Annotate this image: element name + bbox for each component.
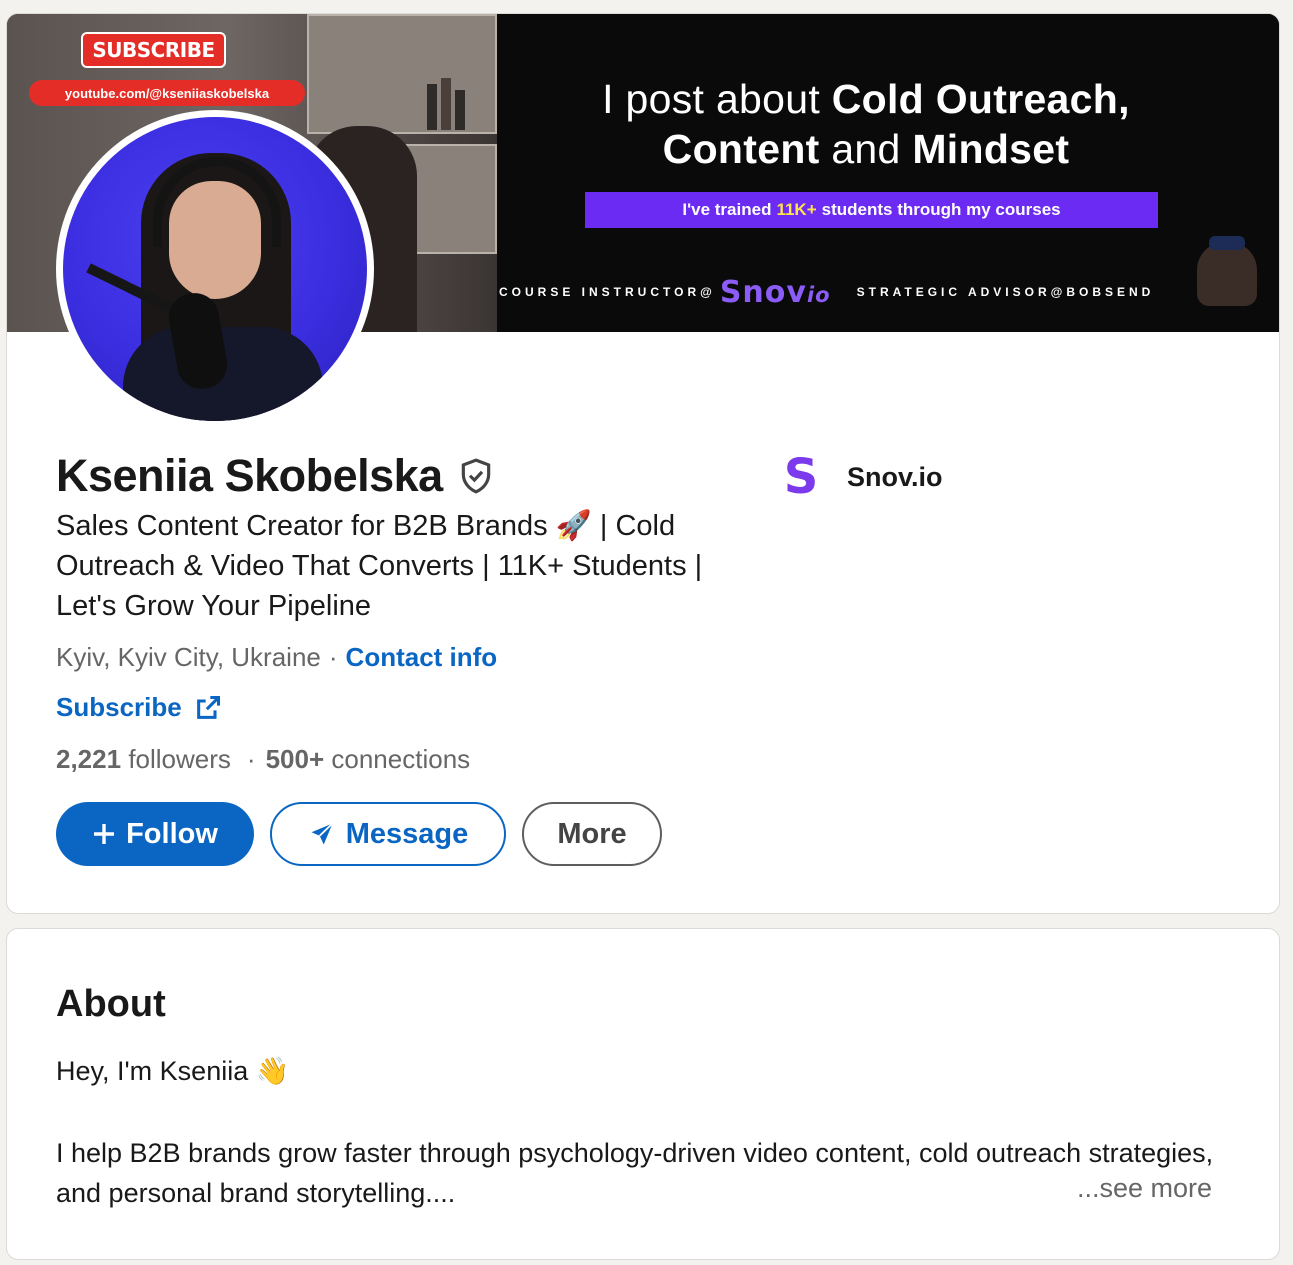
profile-card: SUBSCRIBE youtube.com/@kseniiaskobelska … [6, 13, 1280, 914]
shield-icon[interactable] [457, 457, 495, 495]
stats-row: 2,221 followers · 500+ connections [56, 744, 471, 775]
snovio-banner-logo: Snovio [719, 274, 831, 310]
banner-headline: I post about Cold Outreach, Content and … [602, 76, 1130, 172]
bobsend-mascot-icon [1197, 236, 1257, 306]
about-card: About Hey, I'm Kseniia 👋 I help B2B bran… [6, 928, 1280, 1260]
subscribe-link[interactable]: Subscribe [56, 692, 222, 723]
profile-headline: Sales Content Creator for B2B Brands 🚀 |… [56, 510, 703, 622]
contact-info-link[interactable]: Contact info [346, 642, 498, 673]
connections-link[interactable]: 500+ connections [266, 744, 471, 775]
send-icon [308, 820, 336, 848]
see-more-link[interactable]: ...see more [1077, 1173, 1212, 1204]
banner-footer: COURSE INSTRUCTOR@ Snovio STRATEGIC ADVI… [499, 274, 1155, 310]
bookshelf [307, 14, 497, 134]
followers-count: 2,221 [56, 744, 122, 774]
plus-icon [92, 822, 116, 846]
location-row: Kyiv, Kyiv City, Ukraine · Contact info [56, 642, 498, 673]
message-button[interactable]: Message [270, 802, 506, 866]
follow-button[interactable]: Follow [56, 802, 254, 866]
location: Kyiv, Kyiv City, Ukraine [56, 642, 321, 672]
banner-youtube-url: youtube.com/@kseniiaskobelska [29, 80, 305, 106]
profile-name: Kseniia Skobelska [56, 450, 443, 501]
company-name[interactable]: Snov.io [847, 462, 943, 493]
about-title: About [56, 983, 166, 1025]
more-button[interactable]: More [522, 802, 662, 866]
about-greeting: Hey, I'm Kseniia 👋 [56, 1056, 290, 1086]
banner-subscribe-badge: SUBSCRIBE [81, 32, 226, 68]
banner-trained-bar: I've trained 11K+ students through my co… [585, 192, 1158, 228]
current-company[interactable]: S Snov.io [783, 449, 943, 505]
about-body: I help B2B brands grow faster through ps… [56, 1138, 1214, 1208]
action-buttons: Follow Message More [56, 802, 662, 866]
name-row: Kseniia Skobelska [56, 450, 495, 502]
snovio-logo-icon: S [783, 449, 819, 505]
avatar[interactable] [56, 110, 374, 428]
external-link-icon [196, 695, 220, 719]
